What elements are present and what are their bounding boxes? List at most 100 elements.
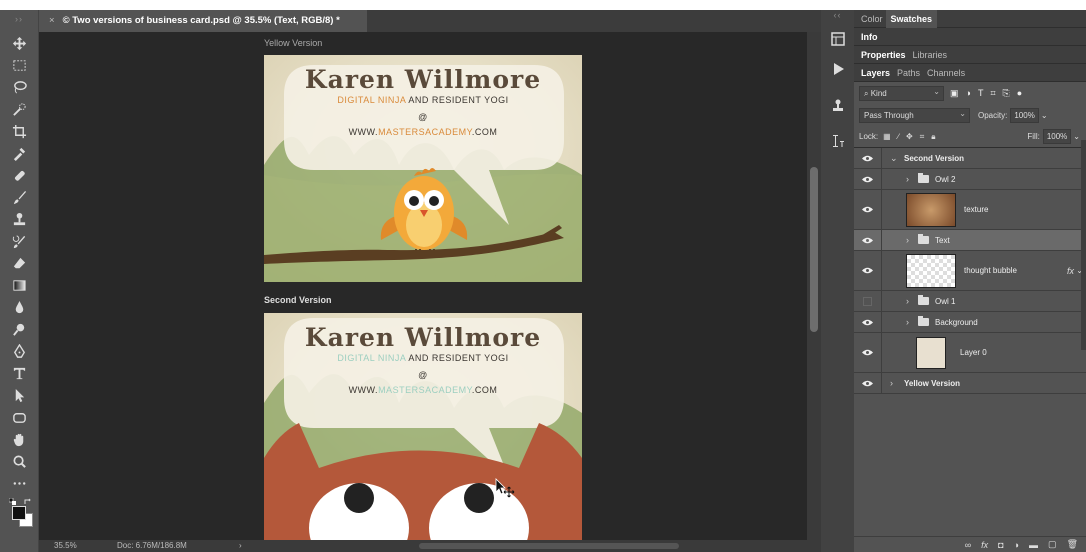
collapse-chevron-icon[interactable]: › (906, 235, 914, 245)
expand-chevron-icon[interactable]: ⌄ (890, 153, 898, 164)
layer-row-texture[interactable]: texture (854, 190, 1086, 230)
character-panel-icon[interactable] (821, 126, 854, 156)
dodge-tool-icon[interactable] (0, 318, 39, 340)
filter-shape-icon[interactable]: ⌗ (990, 88, 995, 99)
layer-name[interactable]: texture (964, 205, 988, 214)
filter-type-icon[interactable]: T (978, 88, 984, 99)
doc-size[interactable]: Doc: 6.76M/186.8M (117, 540, 187, 552)
document-tab[interactable]: × © Two versions of business card.psd @ 3… (39, 10, 367, 32)
opacity-dropdown-icon[interactable]: ⌄ (1041, 111, 1048, 120)
tab-properties[interactable]: Properties (861, 46, 906, 64)
new-layer-icon[interactable]: ▢ (1048, 539, 1057, 550)
lasso-tool-icon[interactable] (0, 76, 39, 98)
layer-row-text[interactable]: › Text (854, 230, 1086, 251)
layer-name[interactable]: Yellow Version (904, 379, 960, 388)
swap-colors-icon[interactable] (24, 498, 32, 505)
hand-tool-icon[interactable] (0, 428, 39, 450)
layer-name[interactable]: Background (935, 318, 978, 327)
clone-stamp-tool-icon[interactable] (0, 208, 39, 230)
lock-all-icon[interactable]: 🔒︎ (931, 132, 935, 142)
vertical-scrollbar[interactable] (807, 32, 821, 540)
canvas[interactable]: Yellow Version Karen Willmore DIGITAL NI… (39, 32, 807, 540)
card-name[interactable]: Karen Willmore (264, 65, 582, 94)
collapse-chevron-icon[interactable]: › (906, 296, 914, 306)
filter-toggle-icon[interactable]: ● (1017, 88, 1022, 99)
filter-kind-select[interactable]: ⌕ Kind (859, 85, 944, 101)
layer-row-owl-1[interactable]: › Owl 1 (854, 291, 1086, 312)
filter-adjustment-icon[interactable]: ◑ (966, 88, 971, 99)
zoom-tool-icon[interactable] (0, 450, 39, 472)
link-icon[interactable]: ∞ (965, 540, 971, 550)
card-tagline-2[interactable]: DIGITAL NINJA AND RESIDENT YOGI (264, 353, 582, 363)
fx-icon[interactable]: fx (981, 540, 988, 550)
visibility-eye-icon[interactable] (854, 251, 882, 290)
layers-scrollbar[interactable] (1081, 140, 1086, 350)
lock-artboard-icon[interactable]: ⌗ (920, 132, 925, 142)
eyedropper-tool-icon[interactable] (0, 142, 39, 164)
blur-tool-icon[interactable] (0, 296, 39, 318)
visibility-eye-icon[interactable] (854, 148, 882, 168)
layer-row-yellow-version[interactable]: › Yellow Version (854, 373, 1086, 394)
new-group-icon[interactable]: ▬ (1029, 540, 1038, 550)
marquee-tool-icon[interactable] (0, 54, 39, 76)
card-website[interactable]: WWW.MASTERSACADEMY.COM (264, 127, 582, 137)
visibility-eye-icon[interactable] (854, 169, 882, 189)
layer-name[interactable]: Owl 2 (935, 175, 955, 184)
card-tagline[interactable]: DIGITAL NINJA AND RESIDENT YOGI (264, 95, 582, 105)
tab-swatches[interactable]: Swatches (885, 10, 938, 28)
toolbar-grip[interactable]: ›› (0, 10, 38, 32)
horizontal-scroll-thumb[interactable] (419, 543, 679, 549)
opacity-value[interactable]: 100% (1010, 107, 1039, 123)
tab-channels[interactable]: Channels (927, 64, 965, 82)
lock-transparency-icon[interactable]: ▦ (883, 132, 891, 142)
card-name-2[interactable]: Karen Willmore (264, 323, 582, 352)
zoom-level[interactable]: 35.5% (54, 540, 77, 552)
move-tool-icon[interactable] (0, 32, 39, 54)
shape-tool-icon[interactable] (0, 406, 39, 428)
collapse-chevron-icon[interactable]: › (906, 174, 914, 184)
collapse-chevron-icon[interactable]: › (906, 317, 914, 327)
tab-paths[interactable]: Paths (897, 64, 920, 82)
lock-pixels-icon[interactable]: ∕ (898, 132, 899, 142)
layer-row-owl-2[interactable]: › Owl 2 (854, 169, 1086, 190)
tab-color[interactable]: Color (861, 10, 883, 28)
foreground-color[interactable] (12, 506, 26, 520)
filter-pixel-icon[interactable]: ▣ (950, 88, 959, 99)
adjustment-icon[interactable]: ◑ (1014, 540, 1019, 550)
history-panel-icon[interactable] (821, 24, 854, 54)
vertical-scroll-thumb[interactable] (810, 167, 818, 332)
visibility-eye-icon[interactable] (854, 373, 882, 393)
more-tools-icon[interactable] (0, 472, 39, 494)
visibility-eye-icon[interactable] (854, 190, 882, 229)
collapse-chevron-icon[interactable]: › (890, 378, 898, 388)
layer-name[interactable]: thought bubble (964, 266, 1017, 275)
mask-icon[interactable]: ◘ (998, 540, 1003, 550)
blend-mode-select[interactable]: Pass Through (859, 107, 970, 123)
brush-settings-icon[interactable] (821, 90, 854, 120)
layer-name[interactable]: Second Version (904, 154, 964, 163)
layer-thumbnail[interactable] (906, 253, 956, 288)
default-colors-icon[interactable] (9, 498, 17, 505)
filter-smartobject-icon[interactable]: ⎘ (1003, 88, 1010, 99)
layer-row-second-version[interactable]: ⌄ Second Version (854, 148, 1086, 169)
healing-brush-tool-icon[interactable] (0, 164, 39, 186)
actions-play-icon[interactable] (821, 54, 854, 84)
layer-name[interactable]: Owl 1 (935, 297, 955, 306)
layer-effects-icon[interactable]: fx (1067, 266, 1074, 276)
fill-dropdown-icon[interactable]: ⌄ (1073, 132, 1080, 141)
artboard-label-yellow[interactable]: Yellow Version (264, 38, 322, 48)
visibility-eye-icon[interactable] (854, 230, 882, 250)
lock-position-icon[interactable]: ✥ (906, 132, 913, 142)
tab-libraries[interactable]: Libraries (913, 46, 948, 64)
card-at-symbol[interactable]: @ (264, 112, 582, 122)
layer-name[interactable]: Text (935, 236, 950, 245)
path-select-tool-icon[interactable] (0, 384, 39, 406)
fill-value[interactable]: 100% (1042, 129, 1072, 144)
strip-grip[interactable]: ‹‹ (821, 10, 854, 24)
artboard-label-second[interactable]: Second Version (264, 295, 332, 305)
quick-select-tool-icon[interactable] (0, 98, 39, 120)
layer-row-thought-bubble[interactable]: thought bubble fx ⌄ (854, 251, 1086, 291)
status-menu-arrow[interactable]: › (239, 540, 242, 552)
brush-tool-icon[interactable] (0, 186, 39, 208)
layer-thumbnail[interactable] (906, 192, 956, 227)
